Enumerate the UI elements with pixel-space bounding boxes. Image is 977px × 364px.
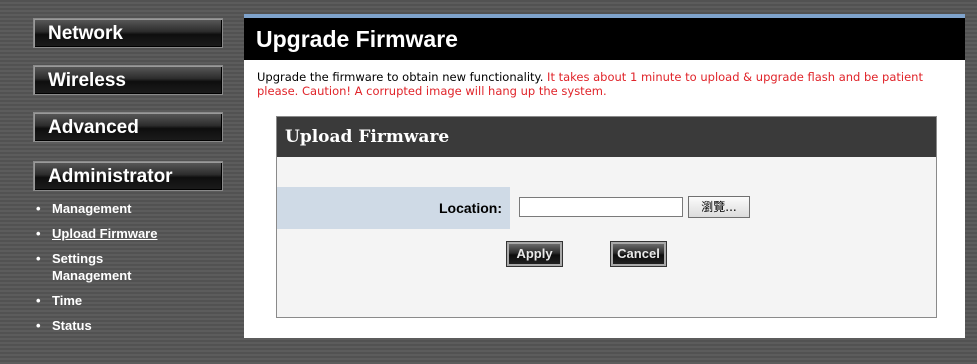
- submenu-item-settings-management[interactable]: • Settings Management: [36, 250, 162, 284]
- page-description: Upgrade the firmware to obtain new funct…: [257, 70, 957, 98]
- submenu-item-label: Settings Management: [52, 251, 132, 283]
- bullet-icon: •: [36, 251, 41, 266]
- location-label: Location:: [439, 200, 502, 216]
- nav-advanced-button[interactable]: Advanced: [33, 112, 223, 142]
- submenu-item-time[interactable]: • Time: [36, 292, 226, 309]
- submenu-item-label: Time: [52, 293, 83, 308]
- upload-card-title: Upload Firmware: [277, 117, 936, 157]
- submenu-item-label: Upload Firmware: [52, 226, 158, 241]
- page-title: Upgrade Firmware: [244, 18, 965, 60]
- browse-button[interactable]: 瀏覽...: [688, 196, 750, 218]
- location-label-cell: Location:: [277, 187, 510, 229]
- bullet-icon: •: [36, 293, 41, 308]
- bullet-icon: •: [36, 201, 41, 216]
- firmware-file-input[interactable]: [519, 197, 683, 217]
- submenu-item-upload-firmware[interactable]: • Upload Firmware: [36, 225, 226, 242]
- nav-wireless-button[interactable]: Wireless: [33, 65, 223, 95]
- main-panel: Upgrade Firmware Upgrade the firmware to…: [244, 14, 965, 338]
- submenu-item-management[interactable]: • Management: [36, 200, 226, 217]
- bullet-icon: •: [36, 318, 41, 333]
- sidebar: Network Wireless Advanced Administrator …: [0, 0, 232, 364]
- upload-firmware-card: Upload Firmware Location: 瀏覽... Apply Ca…: [276, 116, 937, 318]
- nav-network-button[interactable]: Network: [33, 18, 223, 48]
- description-text: Upgrade the firmware to obtain new funct…: [257, 70, 544, 84]
- submenu-item-label: Status: [52, 318, 92, 333]
- submenu-item-status[interactable]: • Status: [36, 317, 226, 334]
- administrator-submenu: • Management • Upload Firmware • Setting…: [36, 200, 226, 334]
- bullet-icon: •: [36, 226, 41, 241]
- submenu-item-label: Management: [52, 201, 132, 216]
- apply-button[interactable]: Apply: [506, 241, 563, 267]
- cancel-button[interactable]: Cancel: [610, 241, 667, 267]
- nav-administrator-button[interactable]: Administrator: [33, 161, 223, 191]
